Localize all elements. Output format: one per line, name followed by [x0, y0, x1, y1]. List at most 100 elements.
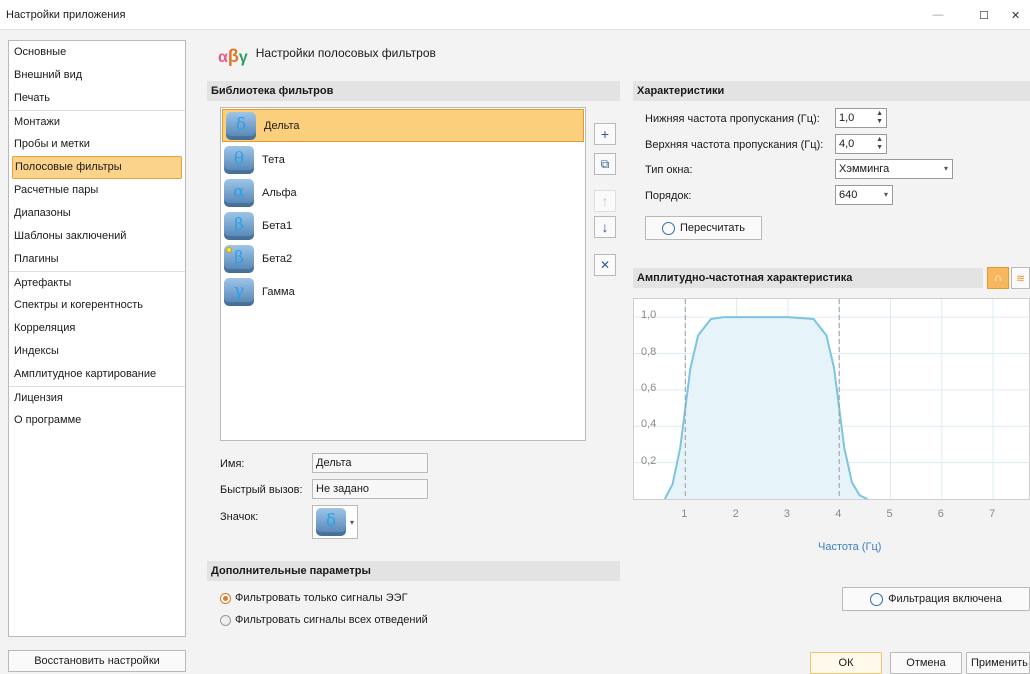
delta-icon: δ	[226, 111, 256, 140]
list-item-label: Бета1	[262, 219, 293, 232]
characteristics-heading: Характеристики	[633, 81, 1030, 101]
indicator-dot-icon	[226, 246, 232, 253]
low-freq-value: 1,0	[839, 112, 855, 124]
maximize-button[interactable]: ☐	[961, 0, 1007, 30]
library-heading: Библиотека фильтров	[207, 81, 620, 101]
move-up-button[interactable]: ↑	[594, 190, 616, 212]
app-logo: αβγ	[218, 40, 248, 67]
low-freq-input[interactable]: 1,0 ▲ ▼	[835, 108, 887, 128]
arrow-down-icon: ↓	[601, 219, 609, 235]
restore-settings-button[interactable]: Восстановить настройки	[8, 650, 186, 672]
copy-filter-button[interactable]: ⧉	[594, 153, 616, 175]
radio-eeg-only[interactable]: Фильтровать только сигналы ЭЭГ	[220, 592, 408, 604]
delete-filter-button[interactable]: ✕	[594, 254, 616, 276]
sidebar-item-artifacts[interactable]: Артефакты	[9, 271, 185, 294]
x-tick-label: 7	[989, 508, 996, 520]
beta-symbol: β	[234, 247, 244, 268]
radio-unselected-icon	[220, 614, 231, 626]
move-down-button[interactable]: ↓	[594, 216, 616, 238]
page-header: αβγ Настройки полосовых фильтров	[218, 38, 436, 68]
beta-icon: β	[224, 211, 254, 240]
name-field[interactable]: Дельта	[312, 453, 428, 473]
gamma-symbol: γ	[233, 280, 245, 301]
sidebar-item-plugins[interactable]: Плагины	[9, 248, 185, 271]
sidebar-item-probes[interactable]: Пробы и метки	[9, 133, 185, 156]
curve-icon: ∩	[994, 272, 1002, 284]
sidebar-item-montages[interactable]: Монтажи	[9, 110, 185, 133]
spinner-icon[interactable]: ▲ ▼	[876, 136, 883, 152]
sidebar-item-appearance[interactable]: Внешний вид	[9, 64, 185, 87]
alpha-icon: α	[224, 178, 254, 207]
order-select[interactable]: 640 ▾	[835, 185, 893, 205]
minimize-button[interactable]: —	[915, 0, 961, 30]
filter-enabled-label: Фильтрация включена	[888, 593, 1002, 605]
x-tick-label: 4	[835, 508, 842, 520]
x-tick-label: 5	[886, 508, 893, 520]
sidebar-item-amplitude-mapping[interactable]: Амплитудное картирование	[9, 363, 185, 386]
gamma-icon: γ	[224, 277, 254, 306]
chevron-down-icon: ▾	[943, 164, 948, 173]
ok-button[interactable]: ОК	[810, 652, 882, 674]
list-item-gamma[interactable]: γ Гамма	[221, 275, 585, 308]
list-item-beta1[interactable]: β Бета1	[221, 209, 585, 242]
list-item-label: Гамма	[262, 285, 295, 298]
beta-symbol: β	[234, 214, 244, 235]
sidebar-item-bandpass-filters[interactable]: Полосовые фильтры	[12, 156, 182, 179]
list-item-theta[interactable]: θ Тета	[221, 143, 585, 176]
delete-icon: ✕	[599, 258, 611, 272]
delta-symbol: δ	[235, 114, 247, 135]
chevron-down-icon: ▾	[350, 517, 355, 527]
logo-beta: β	[227, 45, 239, 66]
list-item-delta[interactable]: δ Дельта	[222, 109, 584, 142]
sidebar-item-about[interactable]: О программе	[9, 409, 185, 432]
high-freq-input[interactable]: 4,0 ▲ ▼	[835, 134, 887, 154]
recalculate-button[interactable]: Пересчитать	[645, 216, 762, 240]
x-tick-label: 2	[732, 508, 739, 520]
y-tick-label: 0,8	[641, 345, 657, 358]
add-filter-button[interactable]: +	[594, 123, 616, 145]
hotkey-field[interactable]: Не задано	[312, 479, 428, 499]
sidebar-item-calc-pairs[interactable]: Расчетные пары	[9, 179, 185, 202]
sidebar-item-correlation[interactable]: Корреляция	[9, 317, 185, 340]
window-type-select[interactable]: Хэмминга ▾	[835, 159, 953, 179]
waveform-icon: ≋	[1015, 272, 1026, 285]
x-tick-label: 6	[937, 508, 944, 520]
filter-enabled-button[interactable]: Фильтрация включена	[842, 587, 1030, 611]
alpha-symbol: α	[233, 181, 245, 202]
sidebar-item-license[interactable]: Лицензия	[9, 386, 185, 409]
plus-icon: +	[600, 126, 610, 142]
logo-gamma: γ	[238, 48, 248, 66]
apply-button[interactable]: Применить	[966, 652, 1030, 674]
low-freq-label: Нижняя частота пропускания (Гц):	[645, 113, 820, 125]
sidebar-item-indexes[interactable]: Индексы	[9, 340, 185, 363]
y-tick-label: 0,4	[641, 418, 657, 431]
recalculate-label: Пересчитать	[679, 222, 746, 234]
spinner-icon[interactable]: ▲ ▼	[876, 110, 883, 126]
radio-all-leads[interactable]: Фильтровать сигналы всех отведений	[220, 614, 428, 626]
cancel-button[interactable]: Отмена	[890, 652, 962, 674]
chevron-down-icon: ▾	[883, 190, 888, 199]
list-item-label: Бета2	[262, 252, 293, 265]
chart-mode-signal-button[interactable]: ≋	[1011, 267, 1030, 289]
close-button[interactable]: ✕	[1007, 0, 1030, 30]
sidebar-item-spectra[interactable]: Спектры и когерентность	[9, 294, 185, 317]
window-type-value: Хэмминга	[839, 163, 890, 175]
window-title: Настройки приложения	[6, 9, 126, 21]
page-title: Настройки полосовых фильтров	[255, 46, 436, 60]
high-freq-label: Верхняя частота пропускания (Гц):	[645, 139, 824, 151]
sidebar-item-templates[interactable]: Шаблоны заключений	[9, 225, 185, 248]
refresh-icon	[661, 221, 675, 235]
sidebar-item-general[interactable]: Основные	[9, 41, 185, 64]
afc-heading: Амплитудно-частотная характеристика	[633, 268, 983, 288]
afc-chart	[633, 298, 1030, 500]
list-item-alpha[interactable]: α Альфа	[221, 176, 585, 209]
sidebar-item-ranges[interactable]: Диапазоны	[9, 202, 185, 225]
chart-mode-curve-button[interactable]: ∩	[987, 267, 1009, 289]
sidebar-item-print[interactable]: Печать	[9, 87, 185, 110]
radio-label: Фильтровать только сигналы ЭЭГ	[235, 592, 408, 604]
list-item-beta2[interactable]: β Бета2	[221, 242, 585, 275]
icon-picker[interactable]: δ ▾	[312, 505, 358, 539]
chart-x-label: Частота (Гц)	[818, 541, 882, 553]
y-tick-label: 0,6	[641, 381, 657, 394]
spin-down-icon: ▼	[876, 144, 883, 151]
